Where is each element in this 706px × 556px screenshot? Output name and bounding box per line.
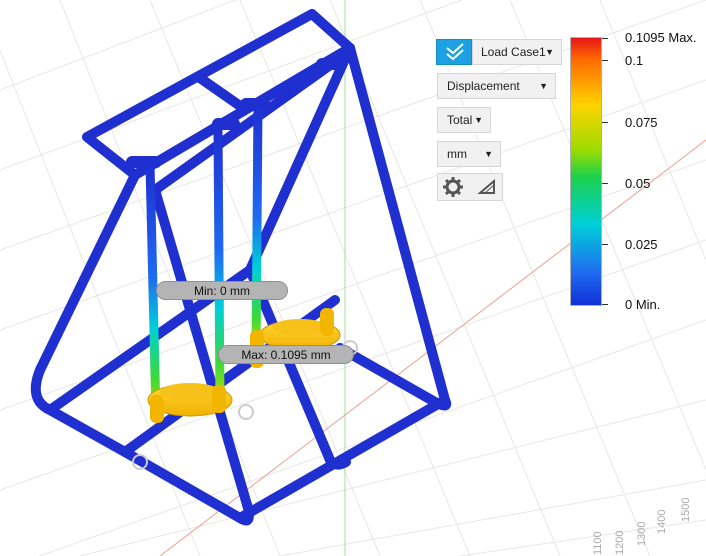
legend-tick (602, 122, 608, 123)
chevron-down-icon: ▼ (484, 149, 493, 159)
chevron-down-icon: ▼ (474, 115, 483, 125)
chevron-down-icon: ▼ (539, 81, 548, 91)
ruler-label: 1200 (614, 530, 626, 555)
gear-icon[interactable] (443, 177, 463, 197)
ruler-label: 1300 (636, 521, 648, 546)
triangle-icon[interactable] (477, 178, 495, 194)
legend-tools (437, 173, 503, 201)
ruler-label: 1400 (656, 509, 668, 534)
legend-tools-icons (443, 177, 495, 197)
chevron-down-icon: ▼ (545, 47, 554, 57)
legend-tick (602, 304, 608, 305)
color-legend-bar (570, 37, 602, 306)
legend-tick (602, 38, 608, 39)
legend-tick-label: 0.1 (625, 53, 644, 68)
max-value-label: Max: 0.1095 mm (218, 345, 354, 364)
legend-tick-label: 0.05 (625, 176, 651, 191)
legend-max-label: 0.1095 Max. (625, 30, 697, 45)
load-case-dropdown[interactable]: Load Case1 ▼ (472, 39, 562, 65)
legend-min-label: 0 Min. (625, 297, 661, 312)
result-type-label: Displacement (447, 79, 520, 93)
legend-tick (602, 60, 608, 61)
ruler-label: 1100 (592, 531, 604, 555)
legend-tick (602, 183, 608, 184)
component-label: Total (447, 113, 473, 127)
load-case-label: Load Case1 (481, 45, 546, 59)
units-dropdown[interactable]: mm ▼ (437, 141, 501, 167)
units-label: mm (447, 147, 467, 161)
min-value-label: Min: 0 mm (156, 281, 288, 300)
ruler-label: 1500 (680, 497, 692, 522)
legend-tick-label: 0.075 (625, 115, 658, 130)
legend-tick-label: 0.025 (625, 237, 658, 252)
swing-frame (30, 9, 452, 526)
result-type-dropdown[interactable]: Displacement ▼ (437, 73, 556, 99)
legend-tick (602, 244, 608, 245)
result-toggle-button[interactable] (436, 39, 472, 65)
component-dropdown[interactable]: Total ▼ (437, 107, 491, 133)
check-icon (446, 43, 464, 61)
